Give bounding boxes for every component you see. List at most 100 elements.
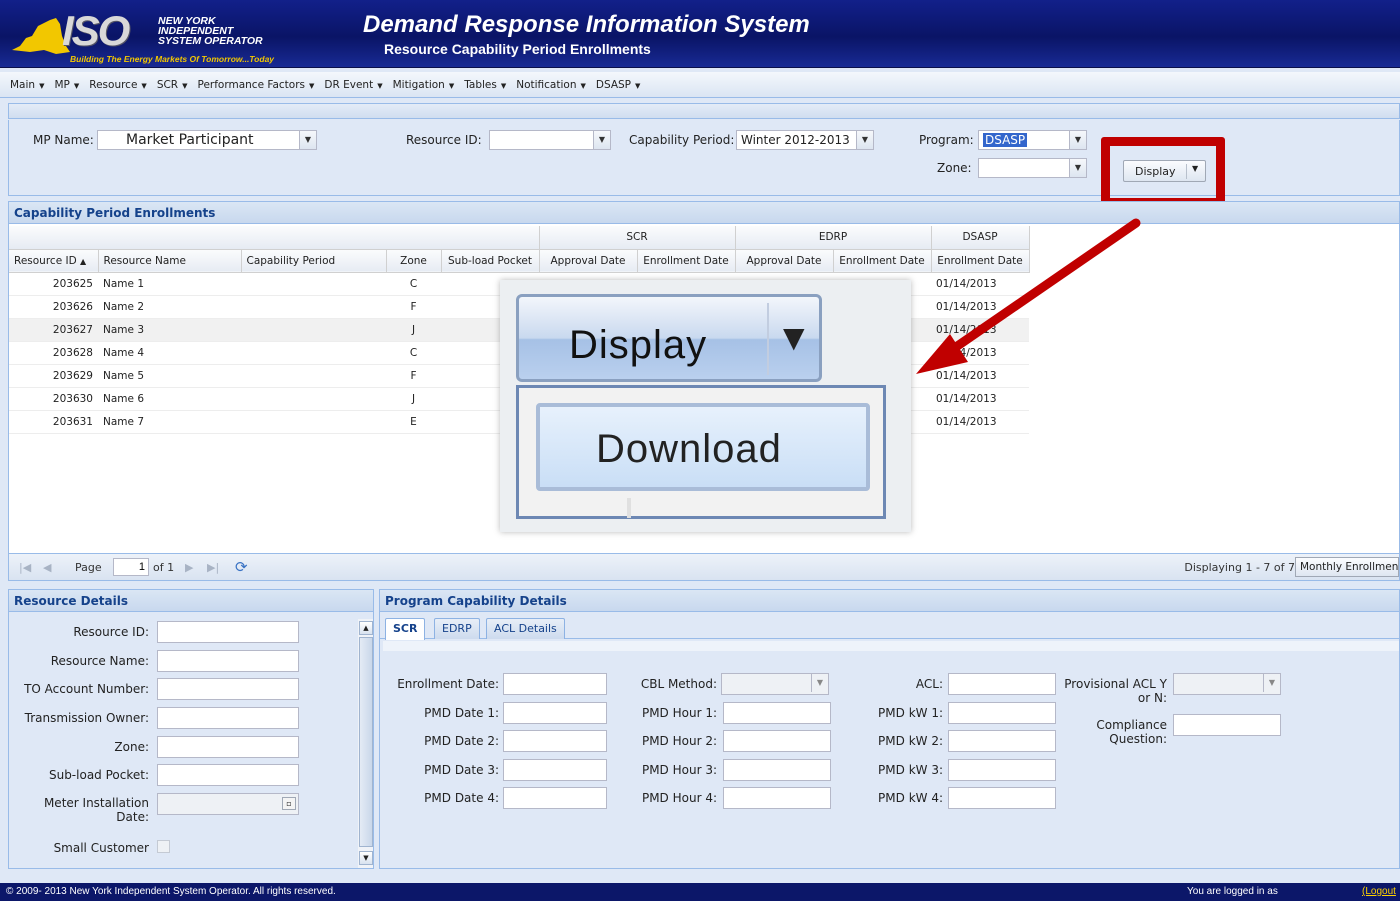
- cell-capability-period: [241, 364, 386, 388]
- logout-link[interactable]: (Logout: [1362, 886, 1396, 897]
- to-account-number-field[interactable]: [157, 678, 299, 700]
- pmd-hour-2-field[interactable]: [723, 730, 831, 752]
- prev-page-icon[interactable]: ◀: [43, 561, 51, 574]
- pmd-hour-1-field[interactable]: [723, 702, 831, 724]
- cell-resource-id: 203627: [9, 318, 98, 342]
- pmd-kw-1-field[interactable]: [948, 702, 1056, 724]
- toolbar-strip: [8, 103, 1400, 119]
- col-header-edrp-enrollment-date[interactable]: Enrollment Date: [833, 249, 932, 273]
- compliance-question-field[interactable]: [1173, 714, 1281, 736]
- scr-tab-content: Enrollment Date: PMD Date 1: PMD Date 2:…: [383, 641, 1399, 867]
- pmd-hour-3-label: PMD Hour 3:: [641, 763, 717, 777]
- resource-id-field[interactable]: [157, 621, 299, 643]
- monthly-enrollment-button[interactable]: Monthly Enrollment: [1295, 557, 1399, 577]
- subload-pocket-field[interactable]: [157, 764, 299, 786]
- menu-main[interactable]: Main ▼: [10, 79, 44, 91]
- page-number-input[interactable]: [113, 558, 149, 576]
- cbl-method-select[interactable]: ▼: [721, 673, 829, 695]
- cell-capability-period: [241, 410, 386, 434]
- menu-notification[interactable]: Notification ▼: [516, 79, 586, 91]
- menu-tables[interactable]: Tables ▼: [464, 79, 506, 91]
- capability-period-select[interactable]: Winter 2012-2013 ▼: [736, 130, 874, 150]
- enrollment-date-field[interactable]: [503, 673, 607, 695]
- col-header-dsasp-enrollment-date[interactable]: Enrollment Date: [931, 249, 1030, 273]
- menu-performance-factors[interactable]: Performance Factors ▼: [198, 79, 315, 91]
- logo-iso-text: ISO: [62, 7, 130, 54]
- resource-name-field-label: Resource Name:: [50, 654, 149, 668]
- scroll-down-icon[interactable]: ▼: [359, 851, 373, 865]
- pmd-date-4-field[interactable]: [503, 787, 607, 809]
- cell-dsasp-enrollment-date: 01/14/2013: [931, 341, 1029, 365]
- provisional-acl-select[interactable]: ▼: [1173, 673, 1281, 695]
- resource-details-title: Resource Details: [9, 590, 373, 612]
- col-header-zone[interactable]: Zone: [386, 249, 442, 273]
- col-header-resource-name[interactable]: Resource Name: [98, 249, 242, 273]
- last-page-icon[interactable]: ▶|: [207, 561, 219, 574]
- chevron-down-icon[interactable]: ▼: [811, 674, 828, 692]
- resource-id-select[interactable]: ▼: [489, 130, 611, 150]
- pmd-date-2-field[interactable]: [503, 730, 607, 752]
- cell-dsasp-enrollment-date: 01/14/2013: [931, 272, 1029, 296]
- pmd-date-3-field[interactable]: [503, 759, 607, 781]
- chevron-down-icon: ▼: [580, 81, 586, 90]
- mp-name-select[interactable]: Market Participant ▼: [97, 130, 317, 150]
- subload-pocket-label: Sub-load Pocket:: [48, 768, 149, 782]
- zoomed-display-button: Display ▼: [516, 294, 822, 382]
- program-label: Program:: [919, 133, 974, 147]
- logo-line-3: SYSTEM OPERATOR: [158, 35, 263, 47]
- program-select[interactable]: DSASP ▼: [978, 130, 1087, 150]
- menu-mp[interactable]: MP ▼: [54, 79, 79, 91]
- menu-mitigation[interactable]: Mitigation ▼: [393, 79, 455, 91]
- pmd-kw-3-label: PMD kW 3:: [878, 763, 943, 777]
- chevron-down-icon[interactable]: ▼: [299, 131, 316, 149]
- small-customer-checkbox[interactable]: [157, 840, 170, 853]
- next-page-icon[interactable]: ▶: [185, 561, 193, 574]
- meter-installation-date-field[interactable]: ▫: [157, 793, 299, 815]
- zone-select[interactable]: ▼: [978, 158, 1087, 178]
- cell-capability-period: [241, 318, 386, 342]
- cell-resource-name: Name 6: [98, 387, 241, 411]
- cell-capability-period: [241, 341, 386, 365]
- scroll-up-icon[interactable]: ▲: [359, 621, 373, 635]
- zone-field[interactable]: [157, 736, 299, 758]
- highlight-annotation-box: [1101, 137, 1225, 207]
- pmd-date-1-field[interactable]: [503, 702, 607, 724]
- col-header-resource-id[interactable]: Resource ID ▲: [9, 249, 99, 273]
- menu-dsasp[interactable]: DSASP ▼: [596, 79, 641, 91]
- pmd-hour-2-label: PMD Hour 2:: [641, 734, 717, 748]
- col-header-capability-period[interactable]: Capability Period: [241, 249, 387, 273]
- tab-edrp[interactable]: EDRP: [434, 618, 480, 639]
- pmd-kw-2-field[interactable]: [948, 730, 1056, 752]
- download-menu-item[interactable]: Download: [536, 403, 870, 491]
- pmd-kw-4-field[interactable]: [948, 787, 1056, 809]
- chevron-down-icon[interactable]: ▼: [856, 131, 873, 149]
- tab-acl-details[interactable]: ACL Details: [486, 618, 565, 639]
- transmission-owner-field[interactable]: [157, 707, 299, 729]
- program-tabs: SCR EDRP ACL Details: [380, 613, 1399, 640]
- col-header-subload-pocket[interactable]: Sub-load Pocket: [441, 249, 540, 273]
- menu-resource[interactable]: Resource ▼: [89, 79, 147, 91]
- chevron-down-icon[interactable]: ▼: [1069, 131, 1086, 149]
- refresh-icon[interactable]: ⟳: [235, 558, 248, 576]
- acl-field[interactable]: [948, 673, 1056, 695]
- pmd-hour-4-field[interactable]: [723, 787, 831, 809]
- first-page-icon[interactable]: |◀: [19, 561, 31, 574]
- resource-name-field[interactable]: [157, 650, 299, 672]
- pmd-hour-3-field[interactable]: [723, 759, 831, 781]
- chevron-down-icon[interactable]: ▼: [593, 131, 610, 149]
- cell-resource-id: 203625: [9, 272, 98, 296]
- pmd-kw-3-field[interactable]: [948, 759, 1056, 781]
- menu-dr-event[interactable]: DR Event ▼: [324, 79, 382, 91]
- calendar-icon[interactable]: ▫: [282, 797, 296, 810]
- chevron-down-icon: ▼: [635, 81, 641, 90]
- scroll-thumb[interactable]: [359, 637, 373, 847]
- col-header-edrp-approval-date[interactable]: Approval Date: [735, 249, 834, 273]
- menu-scr[interactable]: SCR ▼: [157, 79, 188, 91]
- col-header-scr-approval-date[interactable]: Approval Date: [539, 249, 638, 273]
- nyiso-logo: ISO NEW YORK INDEPENDENT SYSTEM OPERATOR…: [10, 7, 348, 64]
- col-header-scr-enrollment-date[interactable]: Enrollment Date: [637, 249, 736, 273]
- resource-details-scrollbar[interactable]: ▲ ▼: [358, 619, 373, 868]
- tab-scr[interactable]: SCR: [385, 618, 426, 640]
- chevron-down-icon[interactable]: ▼: [1263, 674, 1280, 692]
- chevron-down-icon[interactable]: ▼: [1069, 159, 1086, 177]
